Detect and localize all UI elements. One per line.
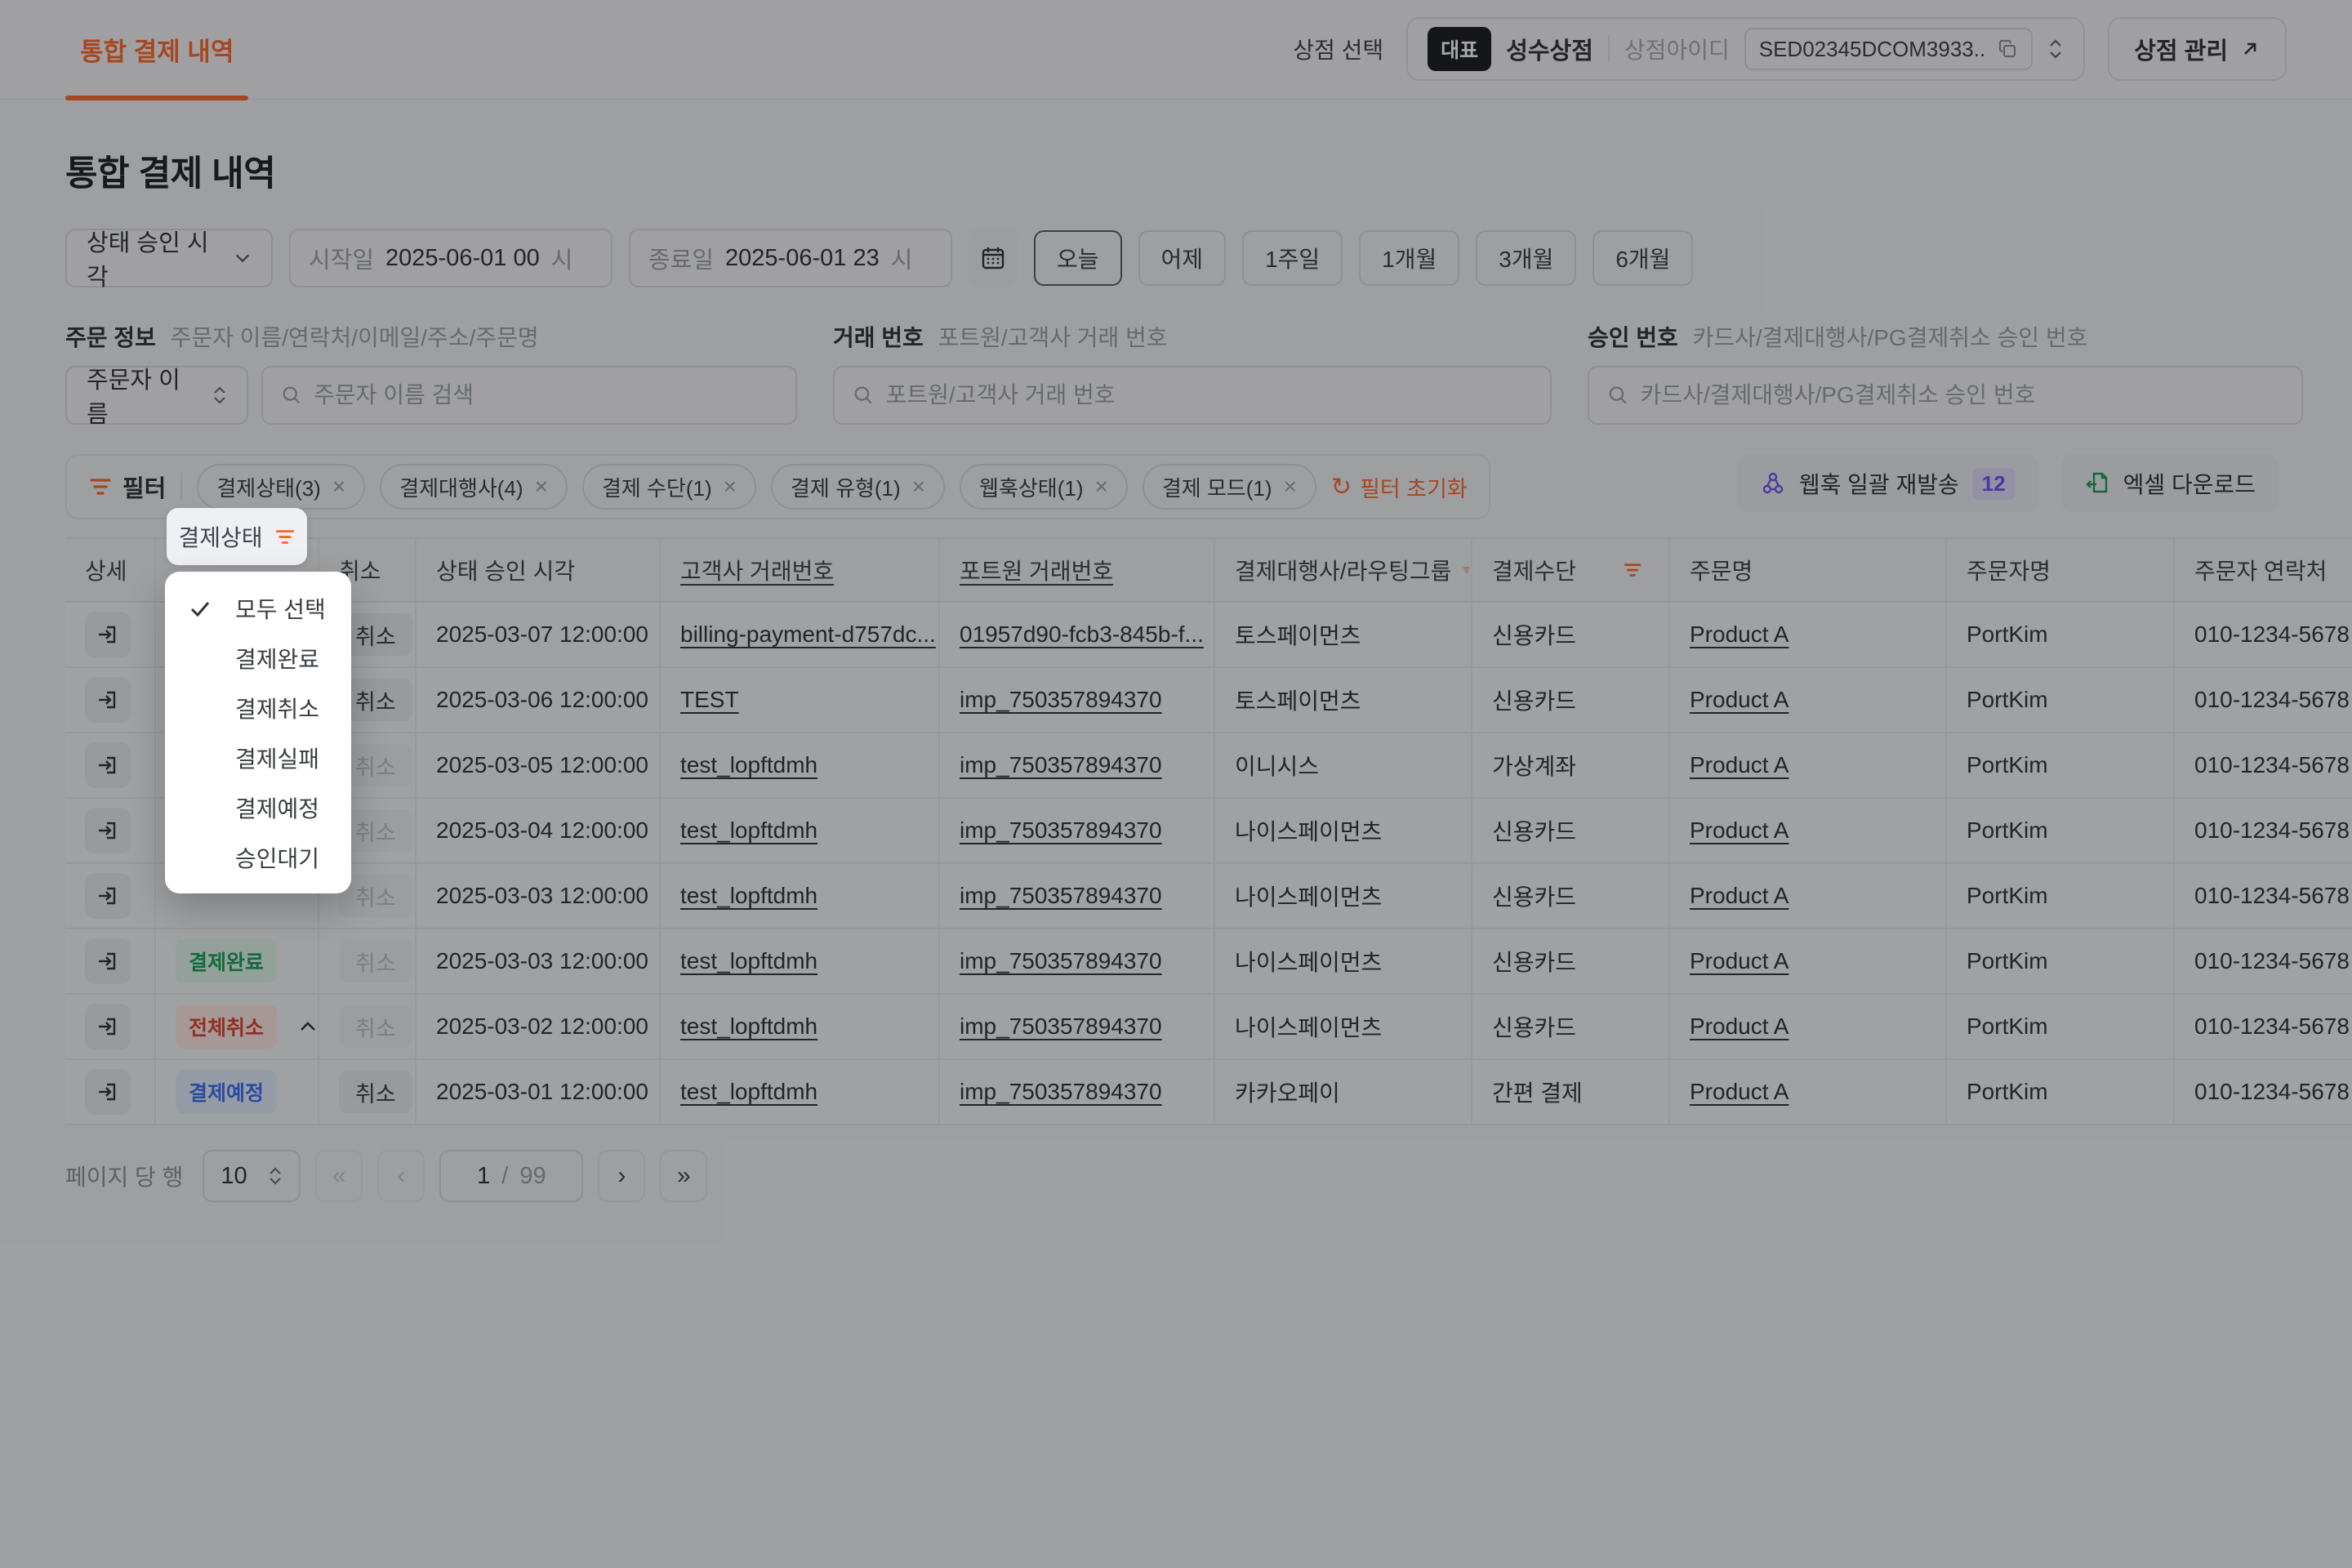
dim-overlay[interactable] bbox=[0, 0, 2352, 1568]
filter-funnel-icon bbox=[274, 528, 296, 546]
dropdown-item-cancelled[interactable]: 결제취소 bbox=[165, 683, 351, 733]
dropdown-item-scheduled[interactable]: 결제예정 bbox=[165, 782, 351, 832]
app-window: 통합 결제 내역 상점 선택 대표 성수상점 상점아이디 SED02345DCO… bbox=[0, 0, 2352, 1568]
check-icon bbox=[188, 596, 212, 621]
dropdown-item-failed[interactable]: 결제실패 bbox=[165, 733, 351, 782]
dropdown-item-select-all[interactable]: 모두 선택 bbox=[165, 583, 351, 633]
dropdown-item-pending-approval[interactable]: 승인대기 bbox=[165, 832, 351, 882]
payment-status-filter-trigger[interactable]: 결제상태 bbox=[167, 508, 307, 565]
dropdown-item-paid[interactable]: 결제완료 bbox=[165, 633, 351, 683]
payment-status-dropdown: 모두 선택 결제완료 결제취소 결제실패 결제예정 승인대기 bbox=[165, 572, 351, 893]
